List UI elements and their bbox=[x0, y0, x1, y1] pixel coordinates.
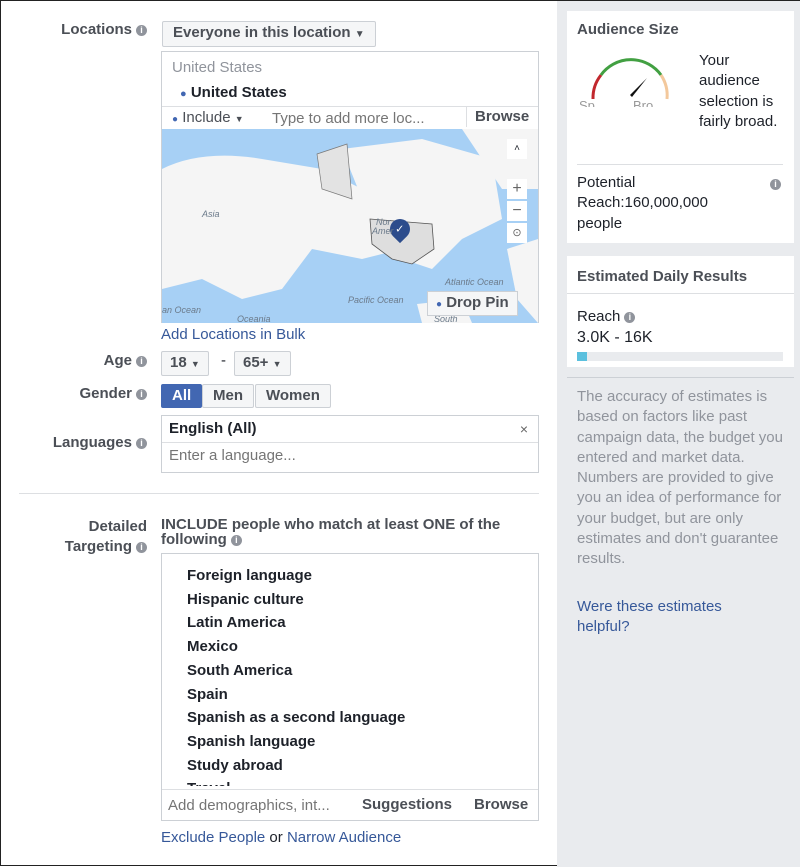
detailed-targeting-label: Detailed Targeting i bbox=[64, 518, 147, 555]
targeting-item[interactable]: Study abroad bbox=[187, 754, 527, 778]
audience-description: Your audience selection is fairly broad. bbox=[699, 52, 778, 130]
estimates-note-card: The accuracy of estimates is based on fa… bbox=[567, 377, 794, 645]
add-locations-bulk-link[interactable]: Add Locations in Bulk bbox=[161, 326, 305, 343]
zoom-in-button[interactable]: + bbox=[507, 179, 527, 199]
info-icon: i bbox=[136, 542, 147, 553]
pin-icon: ● bbox=[172, 114, 179, 125]
location-input[interactable] bbox=[272, 110, 462, 127]
audience-gauge bbox=[591, 58, 669, 100]
divider bbox=[19, 493, 539, 494]
targeting-item[interactable]: Hispanic culture bbox=[187, 588, 527, 612]
suggestions-button[interactable]: Suggestions bbox=[362, 796, 452, 813]
audience-size-card: Audience Size Sp Bro Your audience selec… bbox=[567, 11, 794, 243]
gender-women[interactable]: Women bbox=[255, 384, 331, 408]
age-max-select[interactable]: 65+ ▼ bbox=[234, 351, 291, 376]
gender-all[interactable]: All bbox=[161, 384, 203, 408]
targeting-item[interactable]: Spanish as a second language bbox=[187, 706, 527, 730]
locations-label: Locations i bbox=[61, 21, 147, 38]
pin-icon: ● bbox=[180, 88, 187, 100]
collapse-map-button[interactable]: ˄ bbox=[507, 139, 527, 159]
exclude-people-link[interactable]: Exclude People bbox=[161, 829, 265, 846]
info-icon: i bbox=[624, 312, 636, 323]
estimates-helpful-link[interactable]: Were these estimates helpful? bbox=[577, 597, 777, 638]
pin-icon: ● bbox=[436, 299, 443, 310]
detailed-targeting-box: Foreign language Hispanic culture Latin Am… bbox=[161, 553, 539, 821]
info-icon[interactable]: i bbox=[770, 179, 781, 190]
location-box: United States ● United States ● Include … bbox=[161, 51, 539, 323]
reach-label: Reach i bbox=[577, 308, 636, 325]
gender-label: Gender i bbox=[79, 385, 147, 402]
targeting-item[interactable]: Spanish language bbox=[187, 730, 527, 754]
targeting-item[interactable]: Mexico bbox=[187, 635, 527, 659]
language-input[interactable] bbox=[169, 447, 519, 464]
gauge-label-broad: Bro bbox=[633, 99, 654, 107]
age-label: Age i bbox=[104, 352, 147, 369]
selected-location[interactable]: ● United States bbox=[180, 84, 287, 101]
reach-bar-fill bbox=[577, 352, 588, 361]
age-min-select[interactable]: 18 ▼ bbox=[161, 351, 209, 376]
info-icon: i bbox=[230, 535, 242, 546]
targeting-item[interactable]: Spain bbox=[187, 683, 527, 707]
location-group-title: United States bbox=[172, 59, 263, 76]
narrow-audience-link[interactable]: Narrow Audience bbox=[287, 829, 401, 846]
estimated-results-card: Estimated Daily Results Reach i 3.0K - 16… bbox=[567, 256, 794, 367]
estimates-note: The accuracy of estimates is based on fa… bbox=[577, 388, 783, 568]
reach-bar bbox=[577, 352, 783, 361]
info-icon: i bbox=[136, 389, 147, 400]
footer-links: Exclude People or Narrow Audience bbox=[161, 829, 402, 846]
reach-range: 3.0K - 16K bbox=[577, 329, 653, 346]
languages-label: Languages i bbox=[53, 434, 147, 451]
targeting-item[interactable]: Foreign language bbox=[187, 564, 527, 588]
browse-locations-button[interactable]: Browse bbox=[466, 107, 529, 127]
targeting-list: Foreign language Hispanic culture Latin Am… bbox=[187, 564, 527, 786]
languages-box: English (All) × bbox=[161, 415, 539, 473]
targeting-item[interactable]: Travel bbox=[187, 777, 527, 786]
audience-size-title: Audience Size bbox=[577, 21, 679, 38]
selected-language: English (All) bbox=[169, 420, 257, 437]
potential-reach: Potential Reach:160,000,000 people bbox=[577, 174, 708, 232]
estimates-title: Estimated Daily Results bbox=[577, 268, 748, 285]
info-icon: i bbox=[136, 438, 147, 449]
zoom-out-button[interactable]: − bbox=[507, 201, 527, 221]
map[interactable]: ✓ Asia Nor Amer Atlantic Ocean Pacific O… bbox=[162, 129, 538, 323]
info-icon: i bbox=[136, 356, 147, 367]
include-select[interactable]: ● Include ▼ bbox=[172, 109, 244, 126]
detailed-heading: INCLUDE people who match at least ONE of… bbox=[161, 516, 501, 548]
targeting-item[interactable]: South America bbox=[187, 659, 527, 683]
recenter-icon[interactable]: ⊙ bbox=[507, 223, 527, 243]
browse-targeting-button[interactable]: Browse bbox=[474, 796, 528, 813]
targeting-item[interactable]: Latin America bbox=[187, 611, 527, 635]
gender-men[interactable]: Men bbox=[202, 384, 254, 408]
remove-language-icon[interactable]: × bbox=[520, 421, 528, 437]
age-separator: - bbox=[221, 352, 226, 369]
drop-pin-button[interactable]: ● Drop Pin bbox=[427, 291, 518, 316]
location-type-select[interactable]: Everyone in this location ▼ bbox=[162, 21, 376, 47]
gauge-label-specific: Sp bbox=[579, 99, 595, 107]
targeting-input[interactable] bbox=[168, 797, 353, 814]
caret-down-icon: ▼ bbox=[354, 29, 365, 40]
info-icon: i bbox=[136, 25, 147, 36]
right-panel: Audience Size Sp Bro Your audience selec… bbox=[557, 1, 800, 867]
